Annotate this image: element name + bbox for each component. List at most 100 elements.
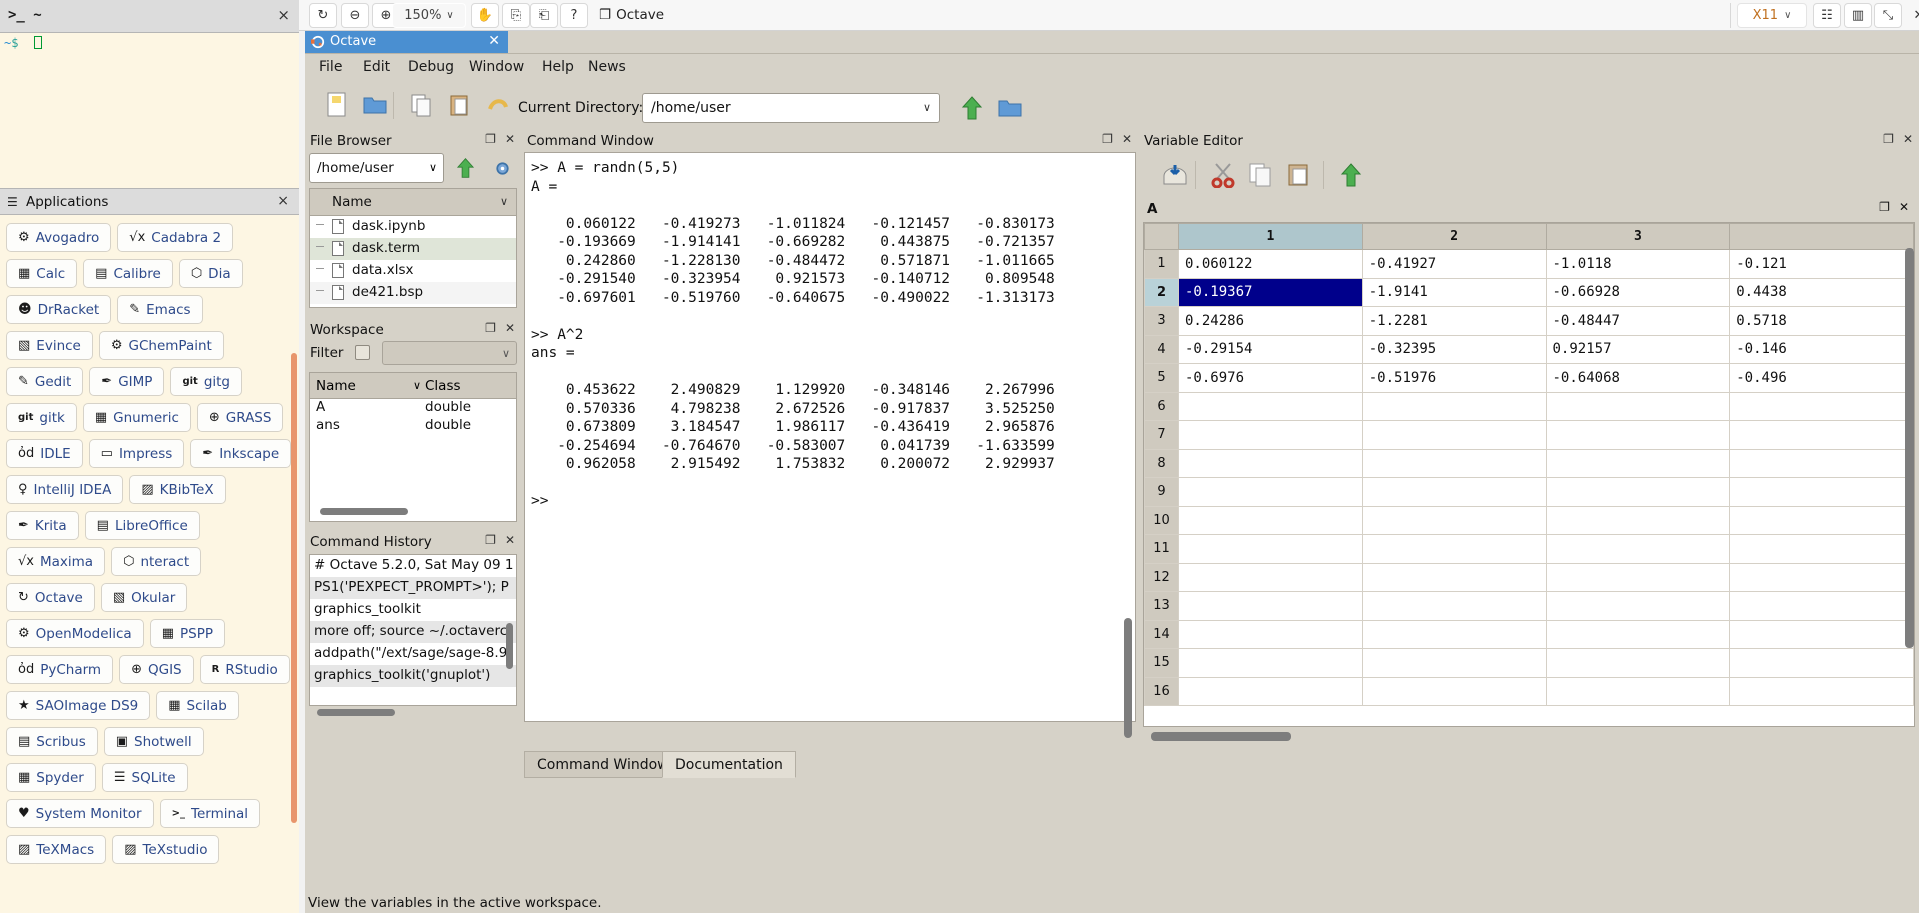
variable-editor-row-header[interactable]: 7	[1145, 421, 1179, 450]
file-browser-settings-gear-icon[interactable]	[489, 155, 515, 181]
file-browser-path-select[interactable]: /home/user ∨	[309, 153, 444, 183]
app-button-calibre[interactable]: ▤Calibre	[83, 259, 173, 288]
variable-editor-cell[interactable]: 0.5718	[1730, 307, 1914, 336]
variable-editor-row-header[interactable]: 5	[1145, 364, 1179, 393]
variable-editor-col-header[interactable]: 2	[1362, 224, 1546, 250]
variable-editor-cell[interactable]: -0.146	[1730, 335, 1914, 364]
fullscreen-button[interactable]: ⤡	[1874, 3, 1902, 28]
command-history-item[interactable]: graphics_toolkit	[310, 599, 516, 621]
variable-editor-cell[interactable]	[1546, 421, 1730, 450]
app-button-texmacs[interactable]: ▨TeXMacs	[6, 835, 106, 864]
workspace-horizontal-scrollbar[interactable]	[320, 508, 408, 515]
variable-editor-cell[interactable]	[1179, 506, 1363, 535]
close-button[interactable]: ✕	[1905, 3, 1919, 28]
variable-editor-cell[interactable]	[1730, 478, 1914, 507]
menu-help[interactable]: Help	[542, 59, 574, 75]
app-button-sqlite[interactable]: ☰SQLite	[102, 763, 188, 792]
command-history-item[interactable]: # Octave 5.2.0, Sat May 09 1	[310, 555, 516, 577]
clipboard-copy-button[interactable]: ⎘	[502, 3, 530, 28]
variable-editor-cell[interactable]	[1730, 392, 1914, 421]
variable-editor-cell[interactable]	[1362, 563, 1546, 592]
variable-editor-cell[interactable]: -0.496	[1730, 364, 1914, 393]
variable-editor-cell[interactable]	[1730, 620, 1914, 649]
command-history-close-icon[interactable]: ✕	[505, 533, 515, 547]
app-button-calc[interactable]: ▦Calc	[6, 259, 77, 288]
app-button-gedit[interactable]: ✎Gedit	[6, 367, 83, 396]
file-browser-list[interactable]: Name ∨ dask.ipynbdask.termdata.xlsxde421…	[309, 188, 517, 308]
variable-editor-cell[interactable]	[1730, 535, 1914, 564]
applications-scrollbar[interactable]	[291, 353, 297, 823]
app-button-gitk[interactable]: gitgitk	[6, 403, 77, 432]
app-button-nteract[interactable]: ⬡nteract	[111, 547, 201, 576]
zoom-out-button[interactable]: ⊖	[341, 3, 369, 28]
variable-editor-row-header[interactable]: 15	[1145, 649, 1179, 678]
variable-editor-cell[interactable]: 0.4438	[1730, 278, 1914, 307]
reload-button[interactable]: ↻	[309, 3, 337, 28]
variable-editor-col-header[interactable]	[1730, 224, 1914, 250]
variable-editor-cell[interactable]: -0.6976	[1179, 364, 1363, 393]
app-button-qgis[interactable]: ⊕QGIS	[119, 655, 194, 684]
terminal-body[interactable]: ~$	[0, 33, 299, 188]
variable-editor-row-header[interactable]: 16	[1145, 677, 1179, 706]
variable-editor-cell[interactable]	[1179, 563, 1363, 592]
variable-editor-cell[interactable]	[1362, 506, 1546, 535]
variable-editor-row-header[interactable]: 4	[1145, 335, 1179, 364]
variable-editor-row-header[interactable]: 11	[1145, 535, 1179, 564]
variable-editor-vertical-scrollbar[interactable]	[1905, 248, 1914, 648]
variable-editor-cell[interactable]	[1179, 620, 1363, 649]
variable-editor-cell[interactable]	[1362, 392, 1546, 421]
help-button[interactable]: ?	[560, 3, 588, 28]
variable-editor-col-header[interactable]: 3	[1546, 224, 1730, 250]
app-button-gchempaint[interactable]: ⚙GChemPaint	[99, 331, 224, 360]
variable-editor-cell[interactable]: -0.32395	[1362, 335, 1546, 364]
workspace-col-class[interactable]: Class	[425, 378, 461, 394]
app-button-pspp[interactable]: ▦PSPP	[150, 619, 225, 648]
variable-editor-cell[interactable]: -1.0118	[1546, 250, 1730, 279]
variable-editor-cell[interactable]: 0.060122	[1179, 250, 1363, 279]
variable-editor-cell[interactable]: -0.41927	[1362, 250, 1546, 279]
tab-command-window[interactable]: Command Window	[524, 751, 682, 778]
variable-editor-cell[interactable]: -0.66928	[1546, 278, 1730, 307]
workspace-row[interactable]: ansdouble	[310, 417, 516, 435]
variable-editor-cell[interactable]: -1.9141	[1362, 278, 1546, 307]
variable-editor-cell[interactable]: -0.19367	[1179, 278, 1363, 307]
app-button-scribus[interactable]: ▤Scribus	[6, 727, 98, 756]
app-button-intellij-idea[interactable]: ♀IntelliJ IDEA	[6, 475, 123, 504]
variable-editor-cell[interactable]	[1362, 649, 1546, 678]
save-icon[interactable]	[1157, 157, 1193, 193]
app-button-terminal[interactable]: >_Terminal	[160, 799, 260, 828]
variable-editor-sub-close-icon[interactable]: ✕	[1899, 200, 1909, 214]
workspace-filter-checkbox[interactable]	[355, 345, 370, 360]
menu-news[interactable]: News	[588, 59, 626, 75]
paste-icon[interactable]	[443, 88, 477, 122]
app-button-emacs[interactable]: ✎Emacs	[117, 295, 202, 324]
menu-file[interactable]: File	[319, 59, 342, 75]
variable-editor-undock-icon[interactable]: ❐	[1883, 132, 1894, 146]
variable-editor-cell[interactable]	[1546, 535, 1730, 564]
app-button-gimp[interactable]: ✒GIMP	[89, 367, 164, 396]
variable-editor-row-header[interactable]: 8	[1145, 449, 1179, 478]
variable-editor-cell[interactable]	[1730, 592, 1914, 621]
menu-window[interactable]: Window	[469, 59, 524, 75]
cut-icon[interactable]	[1205, 157, 1241, 193]
variable-editor-cell[interactable]	[1730, 649, 1914, 678]
workspace-filter-input[interactable]: ∨	[382, 341, 517, 365]
app-button-spyder[interactable]: ▦Spyder	[6, 763, 96, 792]
command-history-undock-icon[interactable]: ❐	[485, 533, 496, 547]
variable-editor-row-header[interactable]: 13	[1145, 592, 1179, 621]
app-button-texstudio[interactable]: ▨TeXstudio	[112, 835, 219, 864]
command-history-list[interactable]: # Octave 5.2.0, Sat May 09 1PS1('PEXPECT…	[309, 554, 517, 706]
variable-editor-cell[interactable]	[1546, 392, 1730, 421]
variable-editor-cell[interactable]: -0.29154	[1179, 335, 1363, 364]
variable-editor-row-header[interactable]: 6	[1145, 392, 1179, 421]
variable-editor-row-header[interactable]: 2	[1145, 278, 1179, 307]
app-button-saoimage-ds9[interactable]: ★SAOImage DS9	[6, 691, 150, 720]
app-button-avogadro[interactable]: ⚙Avogadro	[6, 223, 111, 252]
command-window-undock-icon[interactable]: ❐	[1102, 132, 1113, 146]
undo-icon[interactable]	[481, 88, 515, 122]
app-button-grass[interactable]: ⊕GRASS	[197, 403, 284, 432]
command-history-horizontal-scrollbar[interactable]	[317, 709, 395, 716]
app-button-drracket[interactable]: ☻DrRacket	[6, 295, 111, 324]
app-button-system-monitor[interactable]: ♥System Monitor	[6, 799, 154, 828]
app-button-dia[interactable]: ⬡Dia	[179, 259, 243, 288]
